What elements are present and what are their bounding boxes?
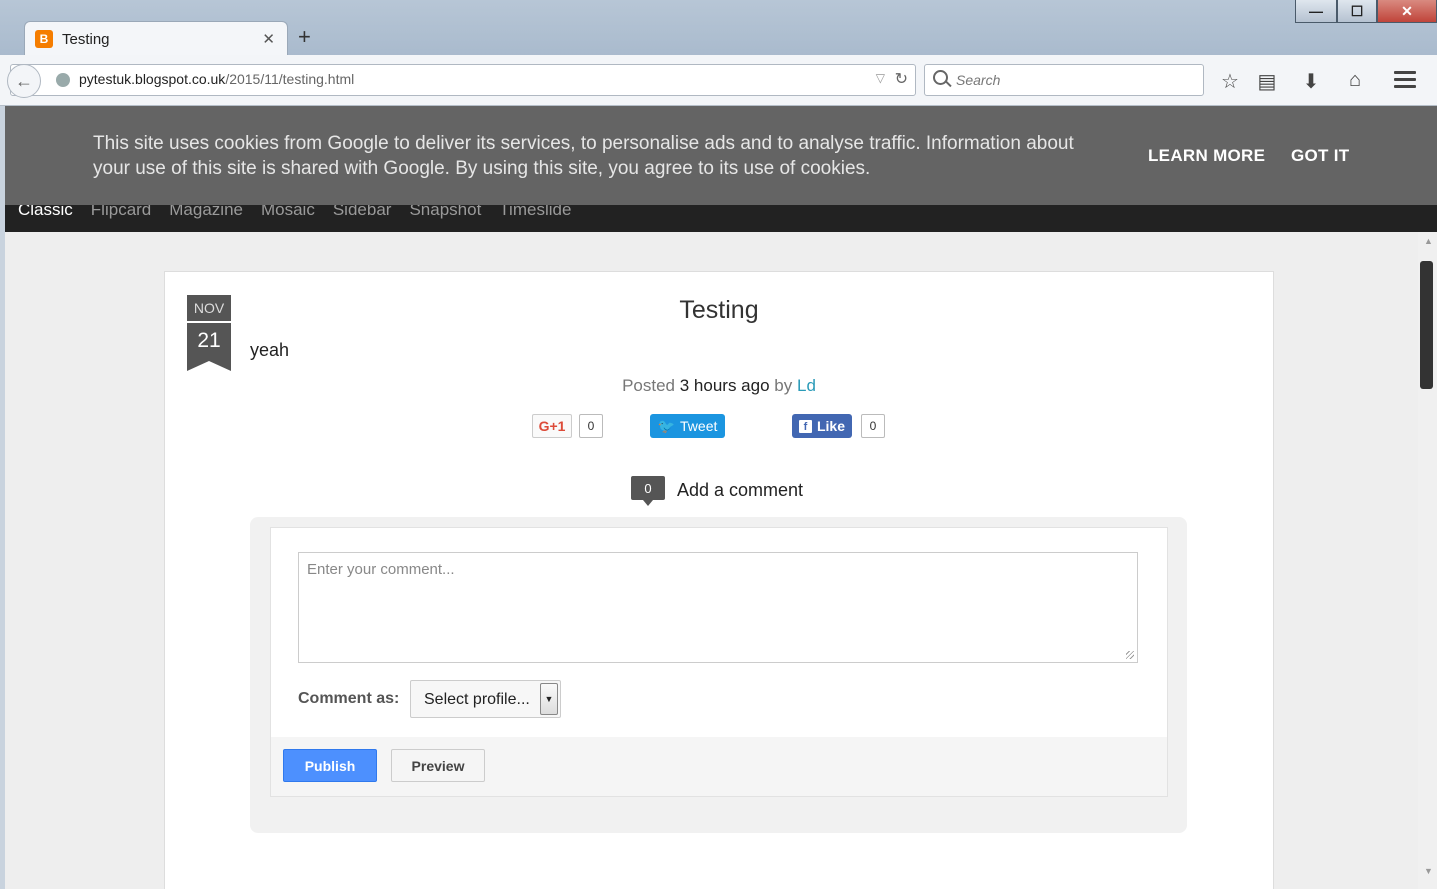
downloads-icon[interactable]: ⬇ xyxy=(1297,69,1325,94)
post-time-link[interactable]: 3 hours ago xyxy=(680,376,770,395)
cookie-text: This site uses cookies from Google to de… xyxy=(93,133,1074,179)
comment-form-wrapper: Enter your comment... Comment as: Select… xyxy=(250,517,1187,833)
date-ribbon-tail xyxy=(187,361,231,371)
tab-close-icon[interactable]: ✕ xyxy=(262,30,275,48)
blogger-icon: B xyxy=(35,30,53,48)
add-comment-link[interactable]: Add a comment xyxy=(677,480,803,501)
comment-textarea[interactable]: Enter your comment... xyxy=(298,552,1138,663)
post-meta: Posted 3 hours ago by Ld xyxy=(622,376,816,395)
gplus-button[interactable]: G+1 xyxy=(532,414,572,438)
url-bar[interactable]: pytestuk.blogspot.co.uk/2015/11/testing.… xyxy=(10,64,916,96)
post-date-day: 21 xyxy=(187,323,231,361)
maximize-button[interactable]: ☐ xyxy=(1337,0,1377,23)
like-count: 0 xyxy=(861,414,885,438)
search-input[interactable]: Search xyxy=(924,64,1204,96)
cookie-banner: This site uses cookies from Google to de… xyxy=(5,106,1437,205)
url-history-dropdown-icon[interactable]: ▽ xyxy=(876,71,885,85)
post-card: NOV 21 Testing yeah Posted 3 hours ago b… xyxy=(164,271,1274,889)
tweet-button[interactable]: 🐦 Tweet xyxy=(650,414,725,438)
post-body: yeah xyxy=(250,340,290,360)
comment-as-label: Comment as: xyxy=(298,690,400,707)
scroll-up-icon[interactable]: ▲ xyxy=(1424,236,1433,246)
gplus-count: 0 xyxy=(579,414,603,438)
search-icon xyxy=(933,70,948,85)
close-window-button[interactable]: ✕ xyxy=(1377,0,1437,23)
browser-toolbar: pytestuk.blogspot.co.uk/2015/11/testing.… xyxy=(0,55,1437,106)
preview-button[interactable]: Preview xyxy=(391,749,485,782)
profile-select-value: Select profile... xyxy=(424,691,530,708)
window-controls: — ☐ ✕ xyxy=(1295,0,1437,23)
page-viewport: Classic Flipcard Magazine Mosaic Sidebar Snap… xyxy=(5,106,1437,889)
globe-icon xyxy=(56,73,70,87)
facebook-icon: f xyxy=(798,419,812,433)
profile-select[interactable]: Select profile... ▼ xyxy=(410,680,561,718)
got-it-button[interactable]: GOT IT xyxy=(1291,146,1349,166)
new-tab-button[interactable]: + xyxy=(298,24,311,50)
back-button[interactable]: ← xyxy=(7,64,41,98)
publish-button[interactable]: Publish xyxy=(283,749,377,782)
facebook-like-button[interactable]: f Like xyxy=(792,414,852,438)
textarea-resize-handle[interactable] xyxy=(1126,651,1134,659)
twitter-bird-icon: 🐦 xyxy=(657,417,676,434)
author-link[interactable]: Ld xyxy=(797,376,816,395)
bookmark-star-icon[interactable]: ☆ xyxy=(1216,69,1244,94)
comment-form: Enter your comment... Comment as: Select… xyxy=(270,527,1168,797)
comment-count-badge: 0 xyxy=(631,476,665,506)
url-text[interactable]: pytestuk.blogspot.co.uk/2015/11/testing.… xyxy=(79,71,354,87)
comment-actions: Publish Preview xyxy=(271,737,1167,796)
reload-icon[interactable]: ↻ xyxy=(895,69,908,89)
chevron-down-icon[interactable]: ▼ xyxy=(540,683,558,715)
scroll-down-icon[interactable]: ▼ xyxy=(1424,866,1433,876)
minimize-button[interactable]: — xyxy=(1295,0,1337,23)
window-titlebar: — ☐ ✕ B Testing ✕ + xyxy=(0,0,1437,56)
scrollbar-thumb[interactable] xyxy=(1420,261,1433,389)
post-title[interactable]: Testing xyxy=(165,296,1273,325)
learn-more-button[interactable]: LEARN MORE xyxy=(1148,146,1265,166)
home-icon[interactable]: ⌂ xyxy=(1341,69,1369,92)
hamburger-menu-icon[interactable] xyxy=(1394,71,1416,92)
tab-title: Testing xyxy=(62,30,110,48)
browser-tab[interactable]: B Testing ✕ xyxy=(24,21,288,56)
bookmarks-menu-icon[interactable]: ▤ xyxy=(1253,69,1281,94)
